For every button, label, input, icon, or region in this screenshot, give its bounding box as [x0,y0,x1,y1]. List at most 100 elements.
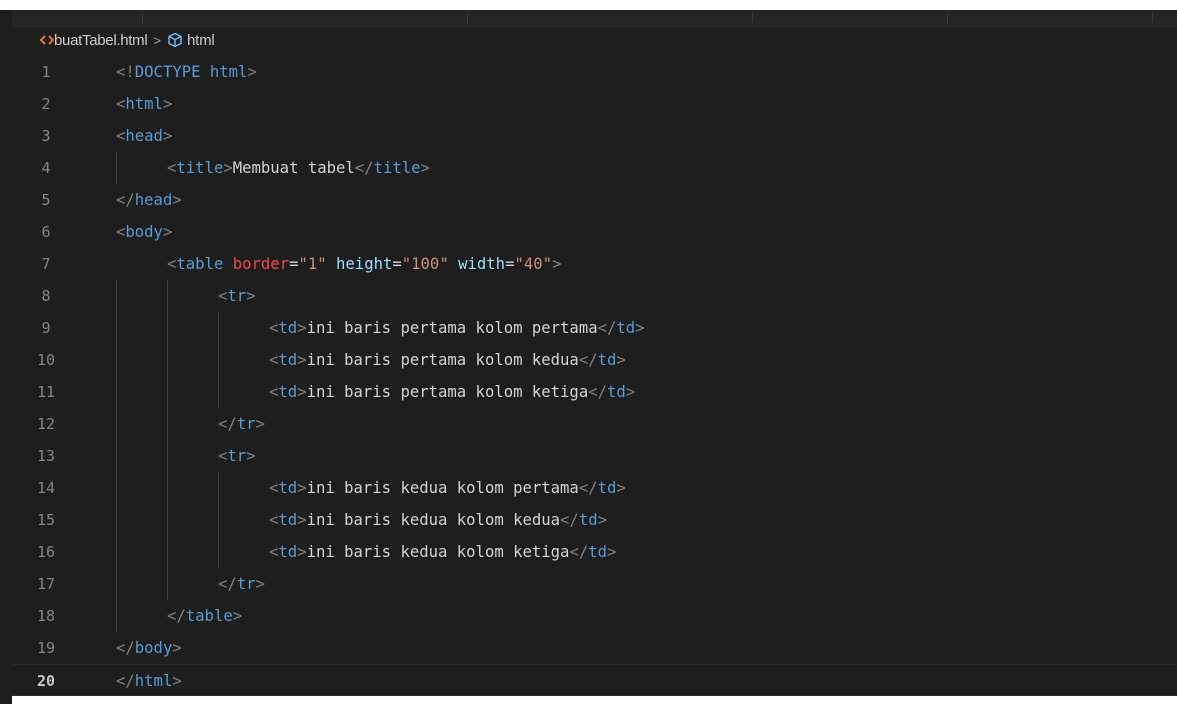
code-token: > [607,543,617,561]
code-line[interactable]: 3 <head> [12,120,1177,152]
line-number: 16 [36,543,56,561]
code-line[interactable]: 13 <tr> [12,440,1177,472]
code-token: < [116,127,126,145]
code-token: tr [227,287,247,305]
code-token: > [162,127,173,145]
code-token: td [278,351,298,369]
code-token: > [297,479,307,497]
code-token: td [278,543,298,561]
cube-icon [168,32,182,48]
code-token: > [255,415,265,433]
line-number: 8 [41,287,51,305]
code-line[interactable]: 10 <td>ini baris pertama kolom kedua</td> [12,344,1177,376]
code-token: > [255,575,265,593]
code-token: </ [354,159,374,177]
code-token: < [269,511,279,529]
code-line[interactable]: 4 <title>Membuat tabel</title> [12,152,1177,184]
code-token: </ [116,639,135,657]
code-token: "1" [298,255,327,273]
code-text: <td>ini baris pertama kolom ketiga</td> [269,376,635,408]
code-line[interactable]: 11 <td>ini baris pertama kolom ketiga</td… [12,376,1177,408]
breadcrumb-element[interactable]: html [187,32,215,49]
code-line[interactable]: 2 <html> [12,88,1177,120]
code-line[interactable]: 9 <td>ini baris pertama kolom pertama</td… [12,312,1177,344]
code-line[interactable]: 20 </html> [12,664,1177,696]
code-token: </ [578,479,598,497]
code-token: </ [116,672,135,690]
code-text: </html> [116,665,182,697]
editor-tab-bar [12,10,1177,27]
code-text: <td>ini baris pertama kolom kedua</td> [269,344,626,376]
code-line[interactable]: 16 <td>ini baris kedua kolom ketiga</td> [12,536,1177,568]
window-top-edge [0,0,1177,10]
code-line[interactable]: 12 </tr> [12,408,1177,440]
code-token: td [278,319,298,337]
code-token: < [218,287,228,305]
code-token: > [232,607,243,625]
line-number: 20 [36,672,56,690]
code-token: > [247,63,257,81]
code-token: </ [218,415,237,433]
code-line[interactable]: 17 </tr> [12,568,1177,600]
code-token: < [269,383,279,401]
window-bottom-edge [12,696,1177,704]
line-number: 4 [41,159,51,177]
code-line[interactable]: 1 <!DOCTYPE html> [12,56,1177,88]
code-text: <html> [116,88,172,120]
code-line[interactable]: 5 </head> [12,184,1177,216]
code-token: ini baris kedua kolom pertama [306,479,579,497]
code-token: width [458,255,506,273]
code-line[interactable]: 14 <td>ini baris kedua kolom pertama</td> [12,472,1177,504]
code-text: <td>ini baris pertama kolom pertama</td> [269,312,645,344]
code-text: </body> [116,632,182,664]
code-token: tr [236,575,256,593]
line-number: 14 [36,479,56,497]
code-token: </ [597,319,617,337]
code-token: html [209,63,248,81]
code-token: td [607,383,626,401]
code-token: td [616,319,636,337]
code-token: > [162,223,173,241]
code-token: td [597,479,617,497]
breadcrumb-file[interactable]: buatTabel.html [54,32,148,49]
code-token: body [125,223,163,241]
code-line[interactable]: 19 </body> [12,632,1177,664]
code-token: </ [560,511,579,529]
code-text: <title>Membuat tabel</title> [167,152,430,184]
code-text: </table> [167,600,242,632]
code-token: ini baris kedua kolom kedua [306,511,561,529]
html-file-icon [40,35,54,45]
code-token: > [172,191,182,209]
code-token: < [269,319,279,337]
code-token: tr [236,415,256,433]
code-line[interactable]: 8 <tr> [12,280,1177,312]
code-token: < [116,223,126,241]
code-token: > [616,479,626,497]
code-token: DOCTYPE [134,63,201,81]
code-line[interactable]: 6 <body> [12,216,1177,248]
code-token: < [167,255,177,273]
code-line[interactable]: 18 </table> [12,600,1177,632]
code-token: table [185,607,233,625]
code-token: html [134,672,173,690]
code-token: html [125,95,163,113]
code-text: <!DOCTYPE html> [116,56,257,88]
code-token: = [392,255,402,273]
code-line[interactable]: 7 <table border="1" height="100" width="4… [12,248,1177,280]
code-token: > [625,383,636,401]
code-editor[interactable]: 1 <!DOCTYPE html> 2 <html> 3 <head> 4 <title>Me… [12,56,1177,696]
code-token: < [116,95,126,113]
line-number: 18 [36,607,56,625]
code-token: < [269,543,279,561]
code-token: </ [116,191,135,209]
line-number: 5 [41,191,51,209]
code-token: < [269,351,279,369]
chevron-right-icon: > [153,32,161,48]
code-token: head [125,127,163,145]
code-token: > [297,511,307,529]
code-line[interactable]: 15 <td>ini baris kedua kolom kedua</td> [12,504,1177,536]
